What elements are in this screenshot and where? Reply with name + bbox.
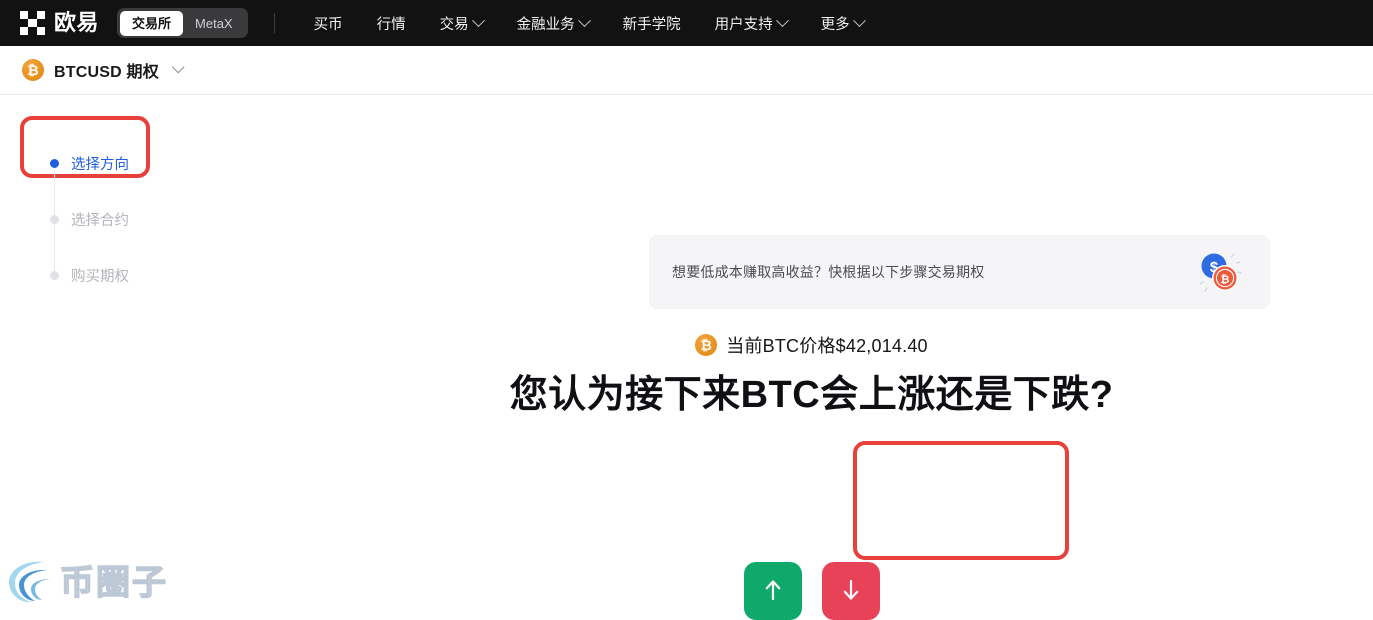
chevron-down-icon (471, 13, 485, 27)
step-dot-icon (50, 158, 59, 168)
chevron-down-icon (775, 13, 789, 27)
chevron-down-icon (577, 13, 591, 27)
nav-item-label: 更多 (820, 16, 850, 33)
step-item-select-direction[interactable]: 选择方向 (50, 135, 240, 191)
page-title: 您认为接下来BTC会上涨还是下跌? (509, 374, 1114, 416)
chevron-down-icon (171, 60, 185, 73)
brand-logo[interactable]: 欧易 (20, 10, 100, 36)
bitcoin-coin-icon: ₿ (695, 334, 718, 356)
nav-item-finance[interactable]: 金融业务 (500, 13, 606, 34)
bullish-up-button[interactable] (743, 562, 802, 620)
watermark: 币圈子 (4, 553, 168, 612)
nav-item-trade[interactable]: 交易 (423, 13, 500, 34)
direction-buttons (0, 562, 1373, 620)
brand-name: 欧易 (54, 10, 100, 35)
nav-divider (273, 13, 275, 33)
nav-item-label: 金融业务 (516, 16, 575, 33)
bearish-down-button[interactable] (821, 562, 880, 620)
step-dot-icon (50, 214, 59, 224)
step-dot-icon (50, 270, 59, 280)
instrument-bar: ₿ BTCUSD 期权 (0, 46, 1373, 95)
nav-item-label: 新手学院 (622, 16, 681, 33)
nav-item-label: 交易 (439, 16, 469, 33)
spiral-swirl-icon (4, 553, 56, 612)
top-navbar: 欧易 交易所 MetaX 买币 行情 交易 金融业务 新手学院 用户支持 更多 (0, 0, 1373, 46)
nav-item-support[interactable]: 用户支持 (698, 13, 804, 34)
okx-checker-logo-icon (20, 10, 45, 36)
chevron-down-icon (852, 13, 866, 27)
two-coins-icon: $ ₿ (1194, 248, 1246, 296)
nav-item-markets[interactable]: 行情 (360, 13, 423, 34)
toggle-option-metax[interactable]: MetaX (183, 11, 245, 36)
product-toggle[interactable]: 交易所 MetaX (117, 8, 248, 38)
nav-item-more[interactable]: 更多 (804, 13, 881, 34)
nav-item-label: 买币 (313, 16, 343, 33)
nav-item-buy-crypto[interactable]: 买币 (297, 13, 360, 34)
promo-banner-text: 想要低成本赚取高收益？快根据以下步骤交易期权 (672, 264, 985, 280)
watermark-text: 币圈子 (59, 563, 168, 602)
step-item-buy-option[interactable]: 购买期权 (50, 247, 240, 303)
promo-banner[interactable]: 想要低成本赚取高收益？快根据以下步骤交易期权 $ ₿ (649, 235, 1270, 309)
nav-links: 买币 行情 交易 金融业务 新手学院 用户支持 更多 (297, 13, 881, 34)
instrument-name: BTCUSD 期权 (54, 64, 159, 81)
steps-sidebar: 选择方向 选择合约 购买期权 (50, 135, 240, 303)
current-price-text: 当前BTC价格$42,014.40 (726, 336, 928, 356)
svg-text:₿: ₿ (1221, 274, 1230, 286)
nav-item-academy[interactable]: 新手学院 (606, 13, 698, 34)
page-body: 选择方向 选择合约 购买期权 想要低成本赚取高收益？快根据以下步骤交易期权 $ … (0, 95, 1373, 620)
step-label: 选择方向 (71, 156, 129, 173)
current-price-row: ₿ 当前BTC价格$42,014.40 (0, 332, 1373, 358)
arrow-down-icon (841, 578, 861, 605)
toggle-option-exchange[interactable]: 交易所 (120, 10, 184, 36)
nav-item-label: 用户支持 (714, 16, 773, 33)
step-label: 购买期权 (71, 268, 129, 285)
nav-item-label: 行情 (376, 16, 406, 33)
bitcoin-coin-icon: ₿ (22, 59, 44, 81)
arrow-up-icon (763, 578, 783, 605)
step-item-select-contract[interactable]: 选择合约 (50, 191, 240, 247)
instrument-selector[interactable]: ₿ BTCUSD 期权 (22, 58, 185, 82)
step-label: 选择合约 (71, 212, 129, 229)
